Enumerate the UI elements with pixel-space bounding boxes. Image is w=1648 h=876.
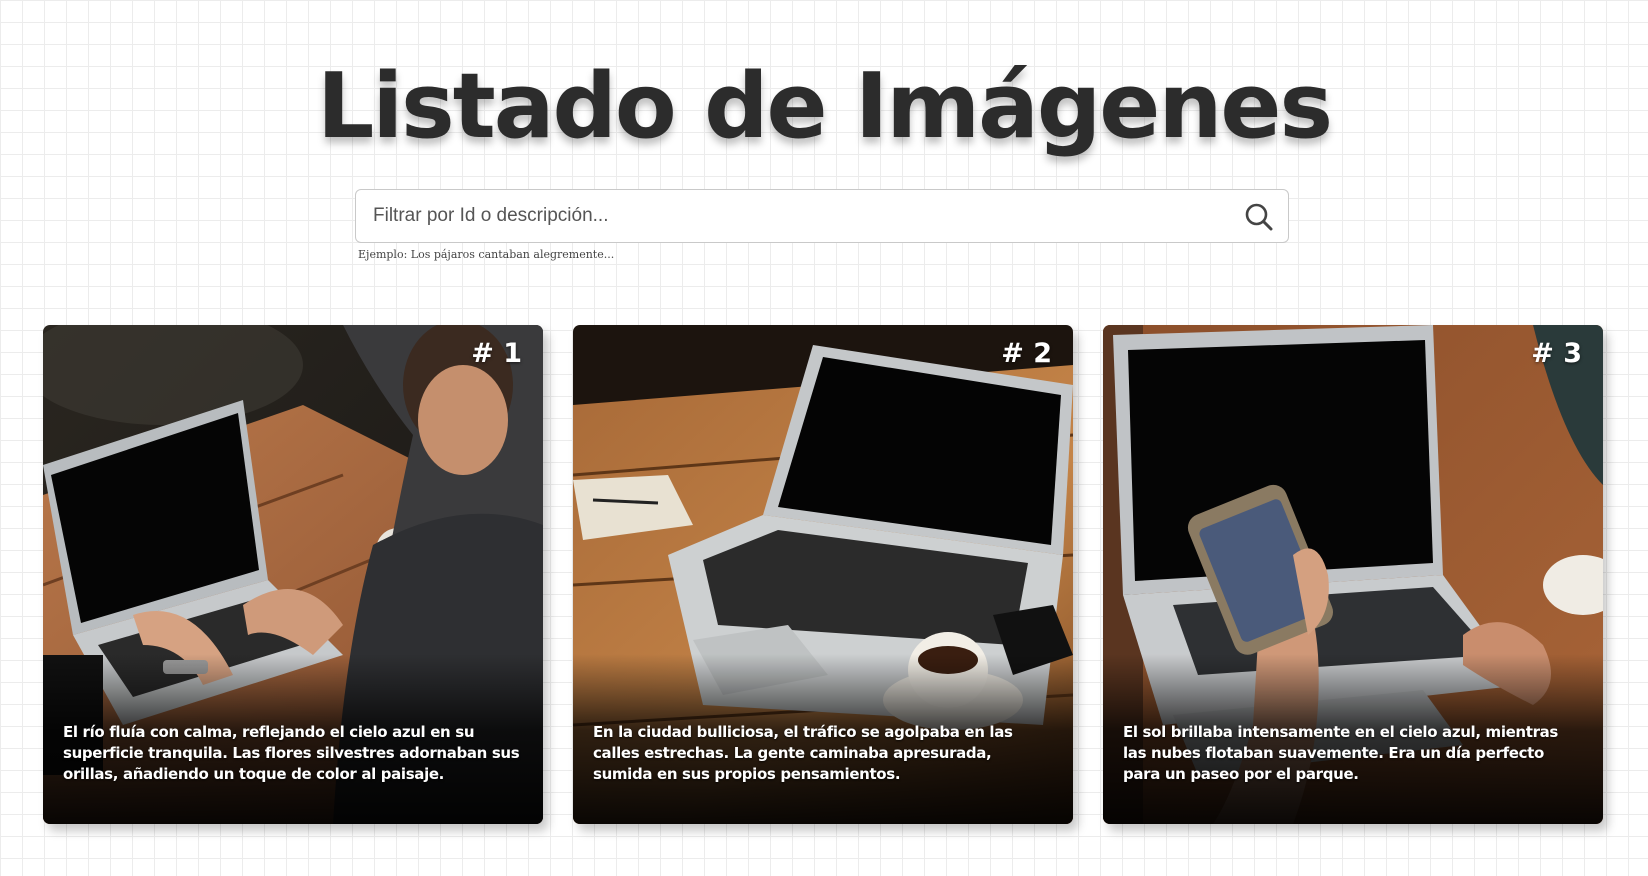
search-input[interactable] bbox=[357, 191, 1243, 241]
image-card-3[interactable]: # 3 El sol brillaba intensamente en el c… bbox=[1103, 325, 1603, 824]
card-description: El río fluía con calma, reflejando el ci… bbox=[63, 723, 520, 783]
card-number: # 1 bbox=[471, 338, 522, 369]
card-number: # 3 bbox=[1531, 338, 1582, 369]
search-bar bbox=[355, 189, 1289, 243]
page-title: Listado de Imágenes bbox=[316, 54, 1333, 159]
search-icon[interactable] bbox=[1244, 202, 1274, 232]
card-description: En la ciudad bulliciosa, el tráfico se a… bbox=[593, 723, 1013, 783]
image-card-2[interactable]: # 2 En la ciudad bulliciosa, el tráfico … bbox=[573, 325, 1073, 824]
search-hint: Ejemplo: Los pájaros cantaban alegrement… bbox=[358, 248, 615, 261]
card-number: # 2 bbox=[1001, 338, 1052, 369]
image-card-1[interactable]: # 1 El río fluía con calma, reflejando e… bbox=[43, 325, 543, 824]
card-description: El sol brillaba intensamente en el cielo… bbox=[1123, 723, 1558, 783]
